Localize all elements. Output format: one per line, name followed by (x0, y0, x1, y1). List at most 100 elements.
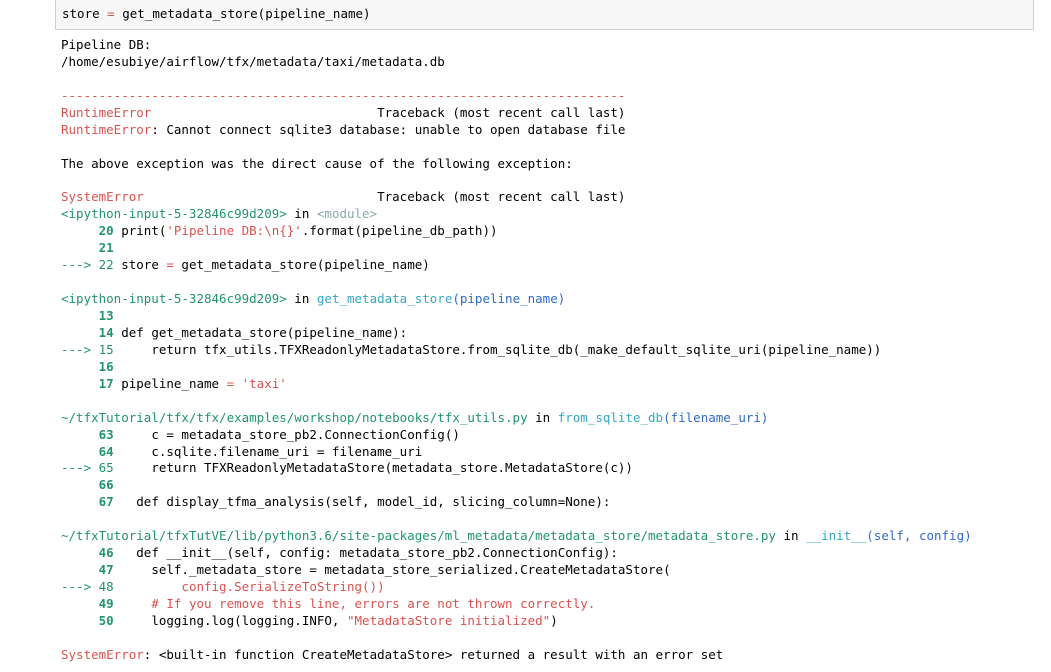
line-number: 47 (61, 562, 122, 578)
error-text: : <built-in function CreateMetadataStore… (143, 646, 724, 662)
traceback-header-text: Traceback (most recent call last) (377, 104, 626, 120)
code-string: "MetadataStore initialized" (347, 612, 551, 628)
frame-header: ~/tfxTutorial/tfxTutVE/lib/python3.6/sit… (61, 528, 1046, 545)
db-label: Pipeline DB: (61, 37, 152, 52)
error-name: SystemError (61, 189, 144, 205)
line-number: 20 (61, 223, 122, 239)
code-input-cell[interactable]: store = get_metadata_store(pipeline_name… (55, 0, 1034, 30)
code-line-current: ---> 48 config.SerializeToString()) (61, 579, 1046, 596)
code-line: 46 def __init__(self, config: metadata_s… (61, 545, 1046, 562)
frame-args: (filename_uri) (663, 409, 769, 425)
code-text: def get_metadata_store(pipeline_name): (121, 324, 408, 340)
code-text: config.SerializeToString()) (121, 579, 385, 594)
code-text: pipeline_name (121, 375, 227, 391)
line-number: 64 (61, 443, 122, 459)
traceback-separator: ----------------------------------------… (61, 87, 626, 103)
traceback-header-text: Traceback (most recent call last) (377, 189, 626, 205)
code-line: 47 self._metadata_store = metadata_store… (61, 562, 1046, 579)
code-text: get_metadata_store(pipeline_name) (173, 257, 430, 273)
code-text: ) (550, 612, 558, 628)
db-path: /home/esubiye/airflow/tfx/metadata/taxi/… (61, 53, 445, 69)
frame-file: ~/tfxTutorial/tfxTutVE/lib/python3.6/sit… (61, 528, 776, 544)
cause-message: The above exception was the direct cause… (61, 155, 573, 171)
traceback-header-2: SystemError Traceback (most recent call … (61, 189, 1046, 206)
code-line: 17 pipeline_name = 'taxi' (61, 376, 1046, 393)
current-line-arrow: ---> 15 (61, 341, 122, 357)
code-text: def __init__(self, config: metadata_stor… (121, 545, 618, 561)
error-name: RuntimeError (61, 104, 152, 120)
input-rest: get_metadata_store(pipeline_name) (122, 6, 371, 21)
code-string: 'taxi' (234, 375, 287, 391)
code-line: 66 (61, 477, 1046, 494)
code-line-current: ---> 65 return TFXReadonlyMetadataStore(… (61, 460, 1046, 477)
code-line-current: ---> 15 return tfx_utils.TFXReadonlyMeta… (61, 342, 1046, 359)
code-op: = (226, 375, 235, 391)
code-line: 63 c = metadata_store_pb2.ConnectionConf… (61, 427, 1046, 444)
line-number: 46 (61, 545, 122, 561)
code-line: 67 def display_tfma_analysis(self, model… (61, 494, 1046, 511)
cell-output: Pipeline DB: /home/esubiye/airflow/tfx/m… (61, 37, 1046, 664)
frame-args: (pipeline_name) (452, 291, 566, 307)
code-line: 20 print('Pipeline DB:\n{}'.format(pipel… (61, 223, 1046, 240)
code-text: store (121, 257, 167, 273)
code-text: c = metadata_store_pb2.ConnectionConfig(… (121, 426, 460, 442)
line-number: 67 (61, 494, 122, 510)
code-line: 50 logging.log(logging.INFO, "MetadataSt… (61, 613, 1046, 630)
code-text: self._metadata_store = metadata_store_se… (121, 562, 671, 578)
code-string: 'Pipeline DB:\n{}' (166, 223, 302, 239)
code-text: c.sqlite.filename_uri = filename_uri (121, 443, 423, 459)
code-line: 14 def get_metadata_store(pipeline_name)… (61, 325, 1046, 342)
frame-args: (self, config) (866, 528, 972, 544)
line-number: 14 (61, 324, 122, 340)
code-text: def display_tfma_analysis(self, model_id… (121, 494, 611, 510)
frame-func: <module> (316, 206, 378, 222)
current-line-arrow: ---> 48 (61, 579, 122, 594)
code-text: .format(pipeline_db_path)) (301, 223, 498, 239)
frame-header: ~/tfxTutorial/tfx/tfx/examples/workshop/… (61, 410, 1046, 427)
line-number: 66 (61, 477, 122, 493)
code-text: print( (121, 223, 167, 239)
current-line-arrow: ---> 65 (61, 460, 122, 476)
error-name: RuntimeError (61, 121, 152, 137)
error-message-1: RuntimeError: Cannot connect sqlite3 dat… (61, 122, 1046, 139)
line-number: 16 (61, 358, 122, 374)
frame-in: in (286, 291, 317, 307)
error-name: SystemError (61, 646, 144, 662)
frame-in: in (527, 409, 558, 425)
line-number: 63 (61, 426, 122, 442)
frame-header: <ipython-input-5-32846c99d209> in <modul… (61, 206, 1046, 223)
line-number: 49 (61, 595, 122, 611)
final-error-message: SystemError: <built-in function CreateMe… (61, 647, 1046, 664)
code-line: 49 # If you remove this line, errors are… (61, 596, 1046, 613)
frame-file: ~/tfxTutorial/tfx/tfx/examples/workshop/… (61, 409, 528, 425)
code-text: return TFXReadonlyMetadataStore(metadata… (121, 460, 633, 476)
code-text: logging.log(logging.INFO, (121, 612, 347, 628)
error-text: : Cannot connect sqlite3 database: unabl… (151, 121, 626, 137)
line-number: 21 (61, 240, 122, 256)
code-op: = (166, 257, 174, 273)
input-code-line[interactable]: store = get_metadata_store(pipeline_name… (62, 6, 371, 21)
frame-file: <ipython-input-5-32846c99d209> (61, 206, 287, 222)
frame-header: <ipython-input-5-32846c99d209> in get_me… (61, 291, 1046, 308)
frame-file: <ipython-input-5-32846c99d209> (61, 291, 287, 307)
input-op: = (99, 6, 123, 21)
code-comment: # If you remove this line, errors are no… (121, 595, 596, 611)
code-line: 16 (61, 359, 1046, 376)
code-line: 13 (61, 308, 1046, 325)
code-text: return tfx_utils.TFXReadonlyMetadataStor… (121, 341, 882, 357)
traceback-header-1: RuntimeError Traceback (most recent call… (61, 105, 1046, 122)
frame-in: in (286, 206, 317, 222)
frame-func: get_metadata_store (316, 291, 453, 307)
line-number: 50 (61, 612, 122, 628)
frame-func: from_sqlite_db (557, 409, 664, 425)
frame-in: in (775, 528, 807, 544)
code-line: 64 c.sqlite.filename_uri = filename_uri (61, 444, 1046, 461)
line-number: 13 (61, 308, 122, 323)
current-line-arrow: ---> 22 (61, 257, 122, 273)
